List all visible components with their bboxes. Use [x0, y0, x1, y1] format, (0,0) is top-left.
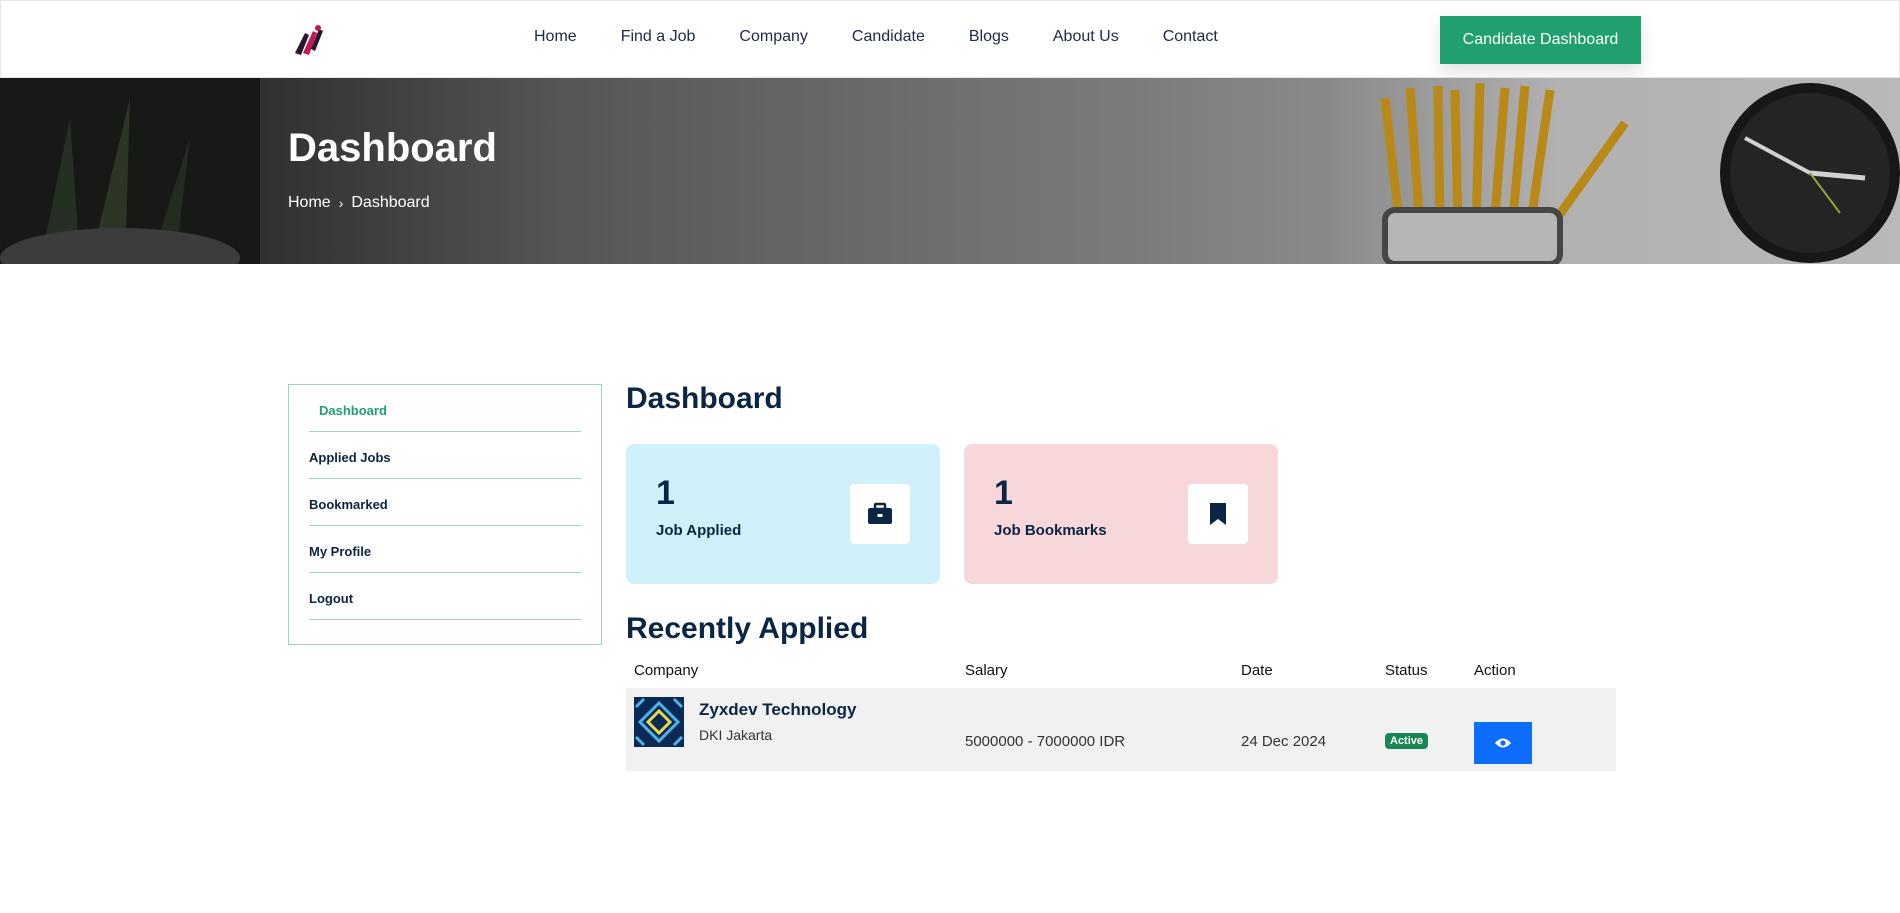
banner-overlay [0, 78, 1900, 264]
company-name[interactable]: Zyxdev Technology [699, 700, 856, 720]
main-nav: Home Find a Job Company Candidate Blogs … [534, 28, 1262, 46]
col-status: Status [1385, 662, 1428, 679]
nav-find-a-job[interactable]: Find a Job [621, 28, 696, 46]
nav-home[interactable]: Home [534, 28, 577, 46]
site-header: Home Find a Job Company Candidate Blogs … [0, 0, 1900, 78]
nav-company[interactable]: Company [739, 28, 807, 46]
sidebar-item-bookmarked[interactable]: Bookmarked [309, 479, 581, 526]
job-applied-count: 1 [656, 474, 675, 512]
col-company: Company [634, 662, 699, 679]
recently-applied-heading: Recently Applied [626, 612, 869, 645]
chevron-right-icon: › [338, 195, 344, 211]
bookmark-icon-box [1188, 484, 1248, 544]
breadcrumb-current: Dashboard [351, 194, 430, 211]
nav-candidate[interactable]: Candidate [852, 28, 925, 46]
status-badge: Active [1385, 733, 1429, 749]
breadcrumb: Home › Dashboard [288, 194, 430, 212]
col-salary: Salary [965, 662, 1008, 679]
company-location: DKI Jakarta [699, 727, 773, 743]
job-applied-card: 1 Job Applied [626, 444, 940, 584]
nav-blogs[interactable]: Blogs [969, 28, 1009, 46]
view-application-button[interactable] [1474, 722, 1532, 764]
nav-contact[interactable]: Contact [1163, 28, 1218, 46]
table-header: Company Salary Date Status Action [626, 660, 1616, 688]
job-bookmarks-card: 1 Job Bookmarks [964, 444, 1278, 584]
logo-icon[interactable] [291, 23, 327, 57]
sidebar-item-my-profile[interactable]: My Profile [309, 526, 581, 573]
nav-about-us[interactable]: About Us [1053, 28, 1119, 46]
candidate-dashboard-button[interactable]: Candidate Dashboard [1440, 16, 1641, 64]
dashboard-heading: Dashboard [626, 382, 783, 415]
bookmark-icon [1210, 503, 1226, 525]
briefcase-icon [868, 502, 892, 524]
job-applied-label: Job Applied [656, 522, 742, 539]
dashboard-sidebar: Dashboard Applied Jobs Bookmarked My Pro… [288, 384, 602, 645]
col-action: Action [1474, 662, 1516, 679]
briefcase-icon-box [850, 484, 910, 544]
job-bookmarks-count: 1 [994, 474, 1013, 512]
page-title: Dashboard [288, 126, 497, 170]
table-row: Zyxdev Technology DKI Jakarta 5000000 - … [626, 688, 1616, 771]
col-date: Date [1241, 662, 1273, 679]
job-bookmarks-label: Job Bookmarks [994, 522, 1107, 539]
page-banner: Dashboard Home › Dashboard [0, 78, 1900, 264]
company-logo [634, 697, 684, 747]
breadcrumb-home[interactable]: Home [288, 194, 331, 212]
sidebar-item-dashboard[interactable]: Dashboard [309, 385, 581, 432]
eye-icon [1495, 738, 1511, 748]
date-cell: 24 Dec 2024 [1241, 733, 1327, 750]
salary-cell: 5000000 - 7000000 IDR [965, 733, 1126, 750]
sidebar-item-applied-jobs[interactable]: Applied Jobs [309, 432, 581, 479]
sidebar-item-logout[interactable]: Logout [309, 573, 581, 620]
